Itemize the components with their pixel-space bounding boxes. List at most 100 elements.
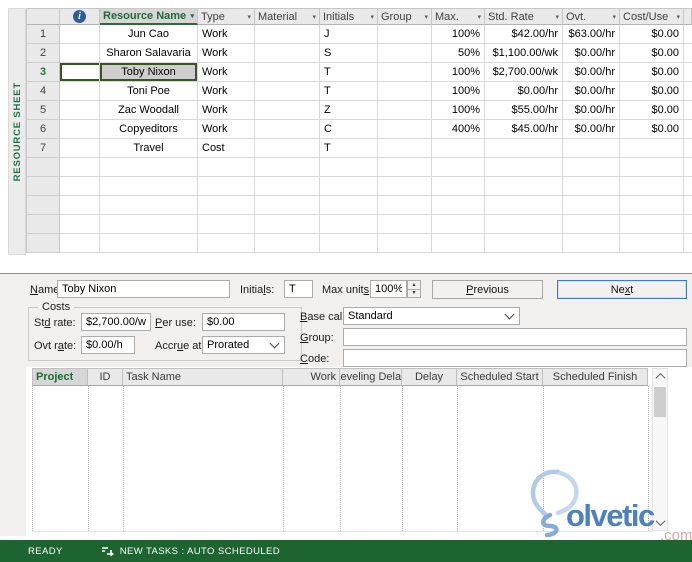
row-number[interactable] bbox=[26, 196, 60, 215]
empty-cell[interactable] bbox=[485, 234, 563, 253]
column-header-cost-use[interactable]: Cost/Use ▾ bbox=[620, 8, 684, 25]
cell-group[interactable] bbox=[378, 63, 432, 82]
cell-max[interactable]: 100% bbox=[432, 63, 485, 82]
grid-column-leveling-delay[interactable]: Leveling Delay bbox=[340, 368, 402, 386]
column-header-group[interactable]: Group ▾ bbox=[378, 8, 432, 25]
row-number[interactable]: 6 bbox=[26, 120, 60, 139]
grid-column-scheduled-finish[interactable]: Scheduled Finish bbox=[543, 368, 648, 386]
column-header-material[interactable]: Material ▾ bbox=[255, 8, 320, 25]
per-use-field[interactable] bbox=[202, 313, 285, 331]
cell-std-rate[interactable]: $42.00/hr bbox=[485, 25, 563, 44]
spinner-up-icon[interactable]: ▴ bbox=[407, 280, 421, 289]
indicator-cell[interactable] bbox=[60, 215, 100, 234]
vertical-scrollbar[interactable] bbox=[652, 368, 668, 531]
grid-column-scheduled-start[interactable]: Scheduled Start bbox=[457, 368, 543, 386]
grid-column-delay[interactable]: Delay bbox=[402, 368, 457, 386]
row-number[interactable]: 2 bbox=[26, 44, 60, 63]
indicator-cell[interactable] bbox=[60, 234, 100, 253]
filter-arrow-icon[interactable]: ▾ bbox=[312, 13, 316, 21]
cell-ovt[interactable]: $0.00/hr bbox=[563, 44, 620, 63]
filter-arrow-icon[interactable]: ▾ bbox=[247, 13, 251, 21]
empty-cell[interactable] bbox=[432, 196, 485, 215]
cell-group[interactable] bbox=[378, 44, 432, 63]
scroll-down-icon[interactable] bbox=[653, 515, 667, 530]
empty-cell[interactable] bbox=[320, 234, 378, 253]
cell-std-rate[interactable]: $45.00/hr bbox=[485, 120, 563, 139]
name-field[interactable] bbox=[57, 280, 230, 298]
indicator-cell[interactable] bbox=[60, 25, 100, 44]
max-units-field[interactable] bbox=[370, 280, 407, 298]
column-header-initials[interactable]: Initials ▾ bbox=[320, 8, 378, 25]
group-field[interactable] bbox=[343, 328, 687, 346]
empty-cell[interactable] bbox=[255, 158, 320, 177]
empty-cell[interactable] bbox=[100, 215, 198, 234]
cell-cost-use[interactable]: $0.00 bbox=[620, 44, 684, 63]
cell-material[interactable] bbox=[255, 139, 320, 158]
empty-cell[interactable] bbox=[563, 234, 620, 253]
cell-initials[interactable]: C bbox=[320, 120, 378, 139]
indicator-cell[interactable] bbox=[60, 139, 100, 158]
empty-cell[interactable] bbox=[563, 196, 620, 215]
column-header-type[interactable]: Type ▾ bbox=[198, 8, 255, 25]
cell-ovt[interactable]: $63.00/hr bbox=[563, 25, 620, 44]
cell-cost-use[interactable]: $0.00 bbox=[620, 120, 684, 139]
cell-ovt[interactable]: $0.00/hr bbox=[563, 63, 620, 82]
column-header-max[interactable]: Max. ▾ bbox=[432, 8, 485, 25]
indicator-cell[interactable] bbox=[60, 44, 100, 63]
filter-arrow-icon[interactable]: ▾ bbox=[424, 13, 428, 21]
empty-cell[interactable] bbox=[100, 196, 198, 215]
grid-column-id[interactable]: ID bbox=[88, 368, 123, 386]
row-number[interactable] bbox=[26, 158, 60, 177]
cell-std-rate[interactable]: $2,700.00/wk bbox=[485, 63, 563, 82]
cell-name[interactable]: Copyeditors bbox=[100, 120, 198, 139]
cell-group[interactable] bbox=[378, 25, 432, 44]
cell-group[interactable] bbox=[378, 82, 432, 101]
empty-cell[interactable] bbox=[563, 158, 620, 177]
cell-std-rate[interactable]: $0.00/hr bbox=[485, 82, 563, 101]
cell-std-rate[interactable]: $1,100.00/wk bbox=[485, 44, 563, 63]
empty-cell[interactable] bbox=[320, 177, 378, 196]
cell-cost-use[interactable]: $0.00 bbox=[620, 25, 684, 44]
cell-material[interactable] bbox=[255, 101, 320, 120]
empty-cell[interactable] bbox=[320, 158, 378, 177]
cell-ovt[interactable]: $0.00/hr bbox=[563, 82, 620, 101]
empty-cell[interactable] bbox=[485, 196, 563, 215]
cell-initials[interactable]: S bbox=[320, 44, 378, 63]
row-number[interactable]: 3 bbox=[26, 63, 60, 82]
cell-max[interactable] bbox=[432, 139, 485, 158]
filter-arrow-icon[interactable]: ▾ bbox=[612, 13, 616, 21]
cell-max[interactable]: 100% bbox=[432, 25, 485, 44]
cell-group[interactable] bbox=[378, 120, 432, 139]
cell-cost-use[interactable]: $0.00 bbox=[620, 82, 684, 101]
form-grid-body[interactable] bbox=[26, 367, 692, 536]
cell-cost-use[interactable]: $0.00 bbox=[620, 101, 684, 120]
cell-name[interactable]: Travel bbox=[100, 139, 198, 158]
empty-cell[interactable] bbox=[432, 234, 485, 253]
empty-cell[interactable] bbox=[620, 234, 684, 253]
filter-arrow-icon[interactable]: ▾ bbox=[477, 13, 481, 21]
empty-cell[interactable] bbox=[255, 177, 320, 196]
cell-max[interactable]: 400% bbox=[432, 120, 485, 139]
empty-cell[interactable] bbox=[620, 158, 684, 177]
base-cal-dropdown[interactable]: Standard bbox=[343, 307, 520, 325]
row-number[interactable] bbox=[26, 177, 60, 196]
cell-type[interactable]: Work bbox=[198, 44, 255, 63]
empty-cell[interactable] bbox=[378, 234, 432, 253]
cell-name[interactable]: Zac Woodall bbox=[100, 101, 198, 120]
indicator-cell[interactable] bbox=[60, 63, 100, 82]
cell-type[interactable]: Cost bbox=[198, 139, 255, 158]
status-new-tasks[interactable]: NEW TASKS : AUTO SCHEDULED bbox=[120, 546, 280, 557]
filter-arrow-icon[interactable]: ▾ bbox=[190, 12, 194, 20]
grid-column-project[interactable]: Project bbox=[32, 368, 88, 386]
empty-cell[interactable] bbox=[320, 196, 378, 215]
empty-cell[interactable] bbox=[320, 215, 378, 234]
cell-material[interactable] bbox=[255, 25, 320, 44]
spinner-down-icon[interactable]: ▾ bbox=[407, 288, 421, 298]
cell-material[interactable] bbox=[255, 63, 320, 82]
cell-type[interactable]: Work bbox=[198, 101, 255, 120]
empty-cell[interactable] bbox=[198, 177, 255, 196]
cell-type[interactable]: Work bbox=[198, 25, 255, 44]
cell-initials[interactable]: T bbox=[320, 139, 378, 158]
empty-cell[interactable] bbox=[563, 215, 620, 234]
empty-cell[interactable] bbox=[198, 234, 255, 253]
